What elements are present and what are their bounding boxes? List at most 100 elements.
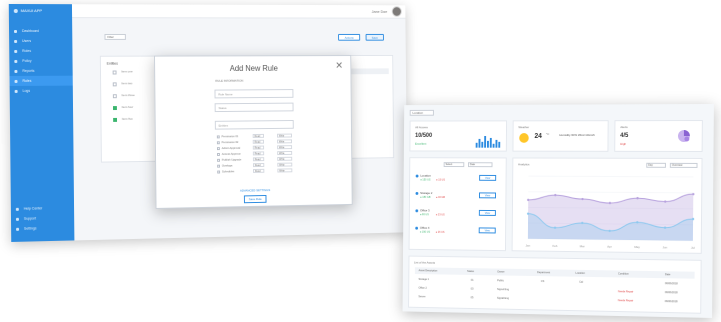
permission-write[interactable]: Write	[277, 162, 293, 167]
column-header[interactable]: Status	[467, 268, 474, 275]
card-label: Weather	[518, 125, 530, 130]
data-point[interactable]	[636, 197, 639, 200]
list-item[interactable]: Item five	[113, 116, 133, 123]
location-item[interactable]: Location ● 150 US ● 15 US View	[415, 173, 504, 188]
column-header[interactable]: Location	[575, 270, 585, 277]
add-rule-modal: Add New Rule ✕ RULE INFORMATION Rule Nam…	[154, 55, 353, 209]
list-item[interactable]: Item four	[112, 104, 133, 111]
grid-icon	[13, 29, 18, 33]
location-name: Location	[420, 173, 431, 178]
checkbox[interactable]	[112, 105, 117, 110]
data-point[interactable]	[554, 193, 557, 197]
permission-read[interactable]: Read	[252, 151, 265, 156]
status-field[interactable]: Status	[214, 102, 294, 113]
sidebar-item-reports[interactable]: Reports	[9, 66, 72, 76]
location-name: Office 3	[420, 208, 430, 213]
advanced-settings-link[interactable]: ADVANCED SETTINGS	[156, 187, 351, 195]
list-item[interactable]: Item two	[112, 80, 133, 87]
list-item[interactable]: Item three	[112, 92, 135, 99]
permission-write[interactable]: Write	[277, 150, 293, 156]
permission-read[interactable]: Read	[252, 157, 265, 162]
column-header[interactable]: Owner	[497, 269, 504, 276]
view-button[interactable]: View	[478, 209, 496, 216]
sidebar-item-policy[interactable]: Policy	[9, 56, 72, 66]
checkbox[interactable]	[216, 147, 220, 151]
avatar[interactable]	[391, 6, 402, 17]
permission-write[interactable]: Write	[277, 133, 292, 138]
shield-icon	[14, 49, 18, 53]
checkbox[interactable]	[217, 158, 220, 162]
save-rule-button[interactable]: Save Rule	[243, 194, 267, 204]
permission-write[interactable]: Write	[277, 168, 293, 173]
checkbox[interactable]	[112, 70, 117, 74]
permission-read[interactable]: Read	[252, 139, 265, 144]
table-cell: Public	[497, 279, 504, 283]
data-point[interactable]	[692, 192, 695, 196]
column-header[interactable]: Asset Description	[419, 267, 438, 274]
checkbox[interactable]	[217, 152, 220, 156]
checkbox[interactable]	[216, 135, 220, 139]
location-item[interactable]: Office 3 ● 80 US ● 23 US View	[415, 208, 503, 222]
location-item[interactable]: Office 4 ● 150 US ● 25 US View	[415, 226, 503, 241]
save-button[interactable]: Save	[365, 33, 384, 41]
checkbox[interactable]	[217, 164, 221, 168]
sidebar-item-dashboard[interactable]: Dashboard	[9, 26, 72, 36]
data-point[interactable]	[608, 201, 612, 205]
column-header[interactable]: Condition	[618, 270, 629, 277]
sidebar-item-roles[interactable]: Roles	[9, 46, 72, 56]
sidebar-item-rules[interactable]: Rules	[9, 75, 73, 87]
table-cell: 06/06/2018	[664, 282, 678, 286]
view-button[interactable]: View	[479, 192, 497, 199]
select-filter[interactable]: Select	[443, 162, 465, 168]
permission-read[interactable]: Read	[252, 145, 265, 150]
data-point[interactable]	[527, 198, 530, 202]
weather-desc: Humidity 60% Wind 13km/h	[559, 133, 595, 137]
table-title: List of the Assets	[414, 260, 436, 265]
permission-read[interactable]: Read	[252, 163, 265, 168]
permission-name: Permission 02	[221, 140, 239, 145]
checkbox[interactable]	[217, 170, 221, 174]
permission-read[interactable]: Read	[252, 133, 264, 138]
list-item[interactable]: Item one	[112, 68, 133, 75]
location-dropdown[interactable]: Location	[409, 109, 434, 116]
rule-name-field[interactable]: Rule Name	[214, 89, 294, 99]
range-select[interactable]: Day	[646, 162, 666, 168]
date-filter[interactable]: Date	[467, 162, 493, 168]
brand[interactable]: MAXUI APP	[8, 3, 73, 19]
permission-write[interactable]: Write	[277, 145, 293, 150]
location-stat-bad: ● 15 US	[436, 178, 445, 182]
view-button[interactable]: View	[479, 174, 497, 181]
view-button[interactable]: View	[478, 227, 496, 234]
data-point[interactable]	[581, 221, 584, 225]
checkbox[interactable]	[113, 117, 118, 122]
location-item[interactable]: Storage 2 ● 180 GB ● 40 GB View	[415, 191, 503, 205]
permission-write[interactable]: Write	[277, 139, 293, 144]
sidebar-item-users[interactable]: Users	[9, 36, 72, 46]
data-point[interactable]	[526, 212, 530, 215]
composite-stage: MAXUI APP Jane Doe Dashboard Users Roles…	[0, 0, 721, 322]
close-icon[interactable]: ✕	[335, 61, 343, 72]
data-point[interactable]	[691, 217, 695, 221]
checkbox[interactable]	[112, 81, 117, 86]
data-point[interactable]	[664, 200, 667, 203]
checkbox[interactable]	[216, 141, 220, 145]
x-tick-label: May	[634, 245, 640, 249]
filter-select[interactable]: Filter	[104, 33, 126, 40]
actions-button[interactable]: Actions	[338, 33, 361, 41]
permission-write[interactable]: Write	[277, 156, 293, 161]
mini-bar	[484, 135, 486, 148]
data-point[interactable]	[581, 197, 584, 201]
column-header[interactable]: Date	[665, 271, 670, 278]
sidebar-item-settings[interactable]: Settings	[11, 223, 74, 234]
sidebar-item-logs[interactable]: Logs	[10, 86, 73, 96]
data-point[interactable]	[636, 221, 639, 224]
permission-row[interactable]: Schedules Read Write	[217, 168, 301, 174]
view-select[interactable]: Overview	[669, 162, 698, 168]
entities-field[interactable]: Entities	[214, 120, 294, 130]
chat-icon	[15, 217, 19, 221]
sidebar-bottom: Help Center Support Settings	[11, 203, 74, 234]
checkbox[interactable]	[112, 93, 117, 98]
permission-read[interactable]: Read	[253, 168, 265, 173]
location-stat-good: ● 80 US	[419, 213, 429, 217]
column-header[interactable]: Department	[537, 269, 550, 276]
